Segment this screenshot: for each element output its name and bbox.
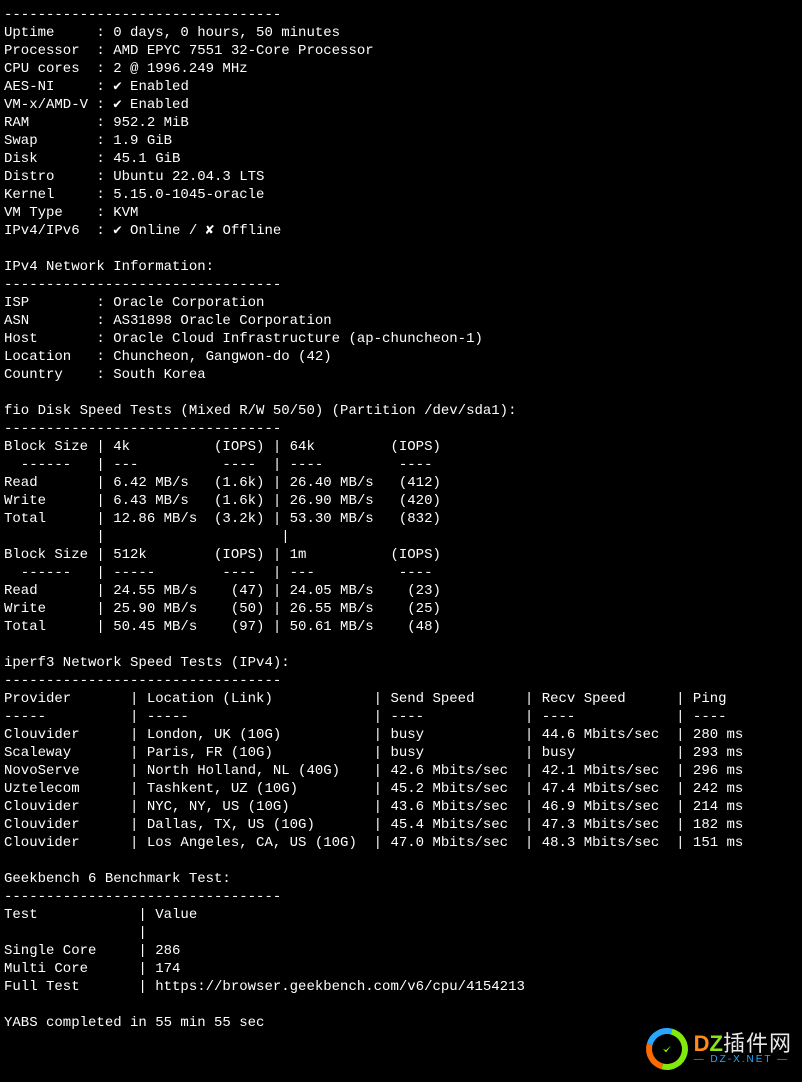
- terminal-output: --------------------------------- Uptime…: [0, 0, 802, 1038]
- watermark-url: — DZ-X.NET —: [694, 1055, 789, 1066]
